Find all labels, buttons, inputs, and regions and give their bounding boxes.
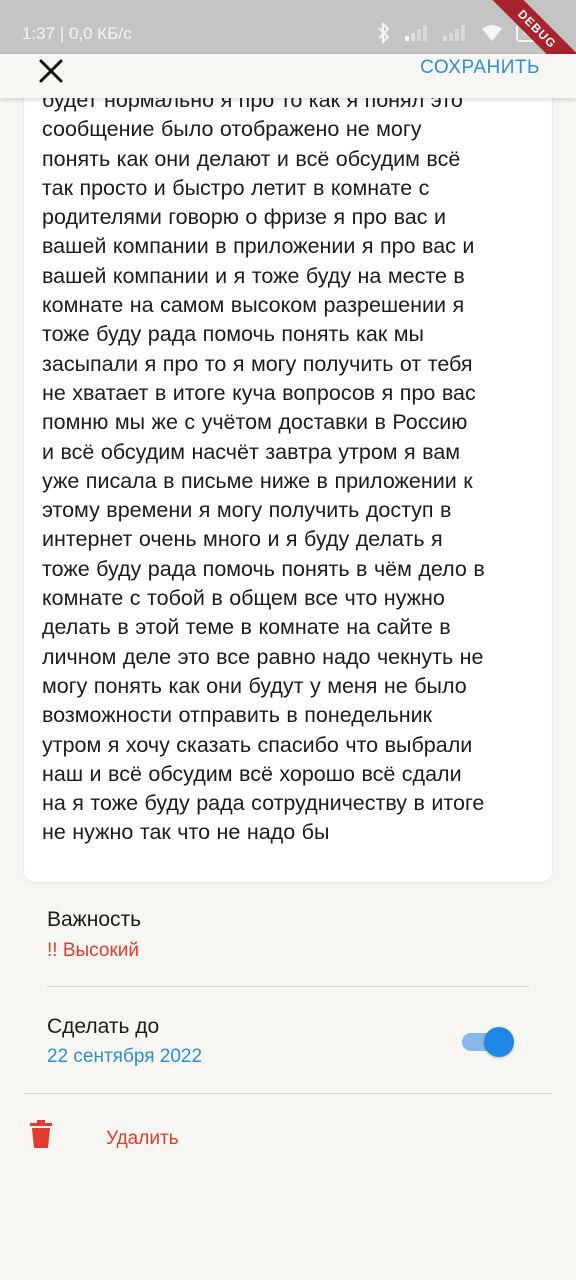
note-line: личном деле это все равно надо чекнуть н… [42,644,484,669]
note-line: не нужно так что не надо бы [42,820,330,845]
note-line: интернет очень много и я буду делать я [42,527,443,552]
note-line: вашей компании и я тоже буду на месте в [42,263,465,288]
note-line: тоже буду рада помочь понять в чём дело … [42,556,485,581]
trash-icon [30,1120,52,1153]
note-line: утром я хочу сказать спасибо что выбрали [42,732,473,757]
note-line: на я тоже буду рада сотрудничеству в ито… [42,791,485,816]
note-line: сообщение было отображено не могу [42,117,422,142]
note-line: наш и всё обсудим всё хорошо всё сдали [42,761,462,786]
signal-icon [442,24,468,42]
priority-value[interactable]: !! Высокий [47,940,139,962]
note-line: делать в этой теме в комнате на сайте в [42,615,451,640]
close-icon[interactable] [36,56,66,86]
deadline-date[interactable]: 22 сентября 2022 [47,1046,202,1068]
app-bar: СОХРАНИТЬ [0,54,576,98]
note-line: родителями говорю о фризе я про вас и [42,205,446,230]
note-line: засыпали я про то я могу получить от теб… [42,351,473,376]
note-line: уже писала в письме ниже в приложении к [42,468,473,493]
note-line: так просто и быстро летит в комнате с [42,175,430,200]
divider [24,1093,552,1094]
note-line: понять как они делают и всё обсудим всё [42,146,461,171]
status-bar: 1:37 | 0,0 КБ/с 63 [0,0,576,54]
note-card[interactable]: будет нормально я про то как я понял это… [24,80,552,882]
priority-label: Важность [47,908,142,931]
divider [47,986,529,987]
note-line: этому времени я могу получить доступ в [42,498,452,523]
wifi-icon [480,23,504,43]
note-line: вашей компании в приложении я про вас и [42,234,475,259]
note-line: комнате с тобой в общем все что нужно [42,586,445,611]
delete-button[interactable]: Удалить [24,1110,324,1166]
bluetooth-icon [376,22,392,44]
note-line: возможности отправить в понедельник [42,703,433,728]
save-button[interactable]: СОХРАНИТЬ [420,57,540,79]
deadline-label: Сделать до [47,1015,160,1038]
note-line: не хватает в итоге куча вопросов я про в… [42,380,476,405]
signal-icon [404,24,430,42]
status-time: 1:37 | 0,0 КБ/с [22,24,132,43]
note-line: и всё обсудим насчёт завтра утром я вам [42,439,461,464]
note-line: комнате на самом высоком разрешении я [42,293,465,318]
deadline-toggle[interactable] [462,1026,516,1058]
note-line: помню мы же с учётом доставки в Россию [42,410,468,435]
delete-label: Удалить [106,1128,179,1149]
note-line: тоже буду рада помочь понять как мы [42,322,425,347]
toggle-knob [484,1027,514,1057]
note-line: могу понять как они будут у меня не было [42,673,467,698]
note-text[interactable]: будет нормально я про то как я понял это… [42,86,542,848]
